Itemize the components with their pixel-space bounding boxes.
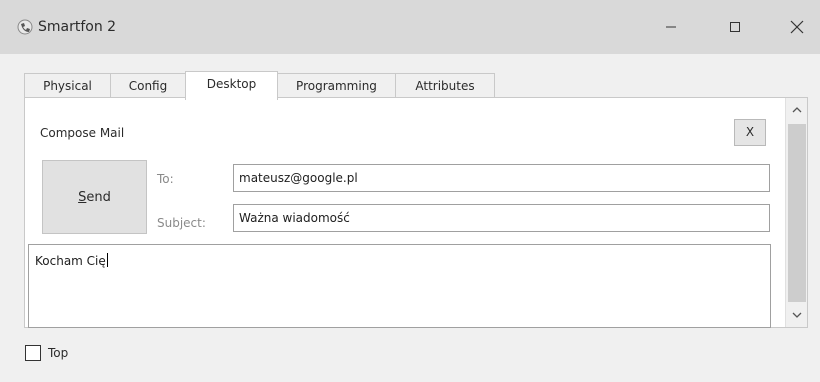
tab-attributes[interactable]: Attributes xyxy=(395,73,495,99)
send-button[interactable]: Send xyxy=(42,160,147,234)
tab-desktop[interactable]: Desktop xyxy=(185,71,278,100)
maximize-icon xyxy=(730,22,740,32)
minimize-button[interactable] xyxy=(648,0,694,54)
scroll-up-button[interactable] xyxy=(786,98,808,122)
close-compose-button[interactable]: X xyxy=(734,119,766,146)
phone-app-icon xyxy=(17,19,33,35)
text-caret xyxy=(106,253,108,267)
close-icon xyxy=(790,20,804,34)
tab-config[interactable]: Config xyxy=(110,73,186,99)
top-checkbox-label[interactable]: Top xyxy=(48,346,68,360)
chevron-down-icon xyxy=(792,312,802,318)
send-label-rest: end xyxy=(86,189,111,205)
maximize-button[interactable] xyxy=(712,0,758,54)
subject-label: Subject: xyxy=(157,216,206,230)
message-body-text: Kocham Cię xyxy=(35,254,106,268)
tab-programming[interactable]: Programming xyxy=(277,73,396,99)
minimize-icon xyxy=(666,26,676,28)
window-title: Smartfon 2 xyxy=(38,19,117,35)
top-checkbox[interactable] xyxy=(25,345,41,361)
title-bar[interactable]: Smartfon 2 xyxy=(0,0,820,54)
vertical-scrollbar[interactable] xyxy=(785,98,807,327)
to-label: To: xyxy=(157,172,174,186)
scroll-down-button[interactable] xyxy=(786,303,808,327)
message-body-textarea[interactable]: Kocham Cię xyxy=(28,244,771,328)
subject-field[interactable]: Ważna wiadomość xyxy=(233,204,770,232)
close-window-button[interactable] xyxy=(774,0,820,54)
to-field[interactable]: mateusz@google.pl xyxy=(233,164,770,192)
tab-physical[interactable]: Physical xyxy=(24,73,111,99)
desktop-panel: Compose Mail X Send To: mateusz@google.p… xyxy=(24,97,808,328)
scroll-thumb[interactable] xyxy=(788,124,806,302)
compose-mail-title: Compose Mail xyxy=(40,126,125,140)
chevron-up-icon xyxy=(792,107,802,113)
